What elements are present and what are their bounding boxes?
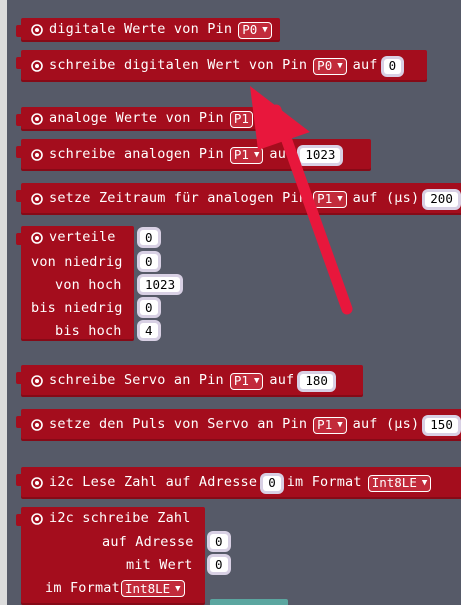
i2c-value-label: mit Wert bbox=[126, 557, 193, 573]
pin-value: P1 bbox=[317, 190, 333, 206]
block-label: schreibe Servo an Pin bbox=[49, 372, 224, 389]
to-high-input[interactable]: 4 bbox=[140, 323, 158, 338]
block-servo-pulse[interactable]: setze den Puls von Servo an Pin P1 ▼ auf … bbox=[16, 409, 461, 441]
value-input[interactable]: 180 bbox=[300, 373, 333, 389]
value-input[interactable]: 200 bbox=[425, 191, 458, 207]
pin-value: P1 bbox=[233, 146, 249, 162]
gear-icon bbox=[31, 513, 43, 525]
gear-icon bbox=[31, 60, 43, 72]
auf-label: auf (µs) bbox=[352, 190, 420, 207]
block-label: digitale Werte von Pin bbox=[49, 21, 233, 38]
triangle-down-icon: ▼ bbox=[262, 24, 268, 35]
gear-icon bbox=[31, 477, 43, 489]
gear-icon bbox=[31, 24, 43, 36]
to-low-input[interactable]: 0 bbox=[140, 300, 158, 315]
triangle-down-icon: ▼ bbox=[337, 193, 343, 204]
block-label: schreibe analogen Pin bbox=[49, 146, 224, 163]
i2c-format-label: im Format bbox=[45, 580, 120, 596]
to-low-label: bis niedrig bbox=[31, 300, 123, 316]
triangle-down-icon: ▼ bbox=[421, 477, 428, 488]
i2c-address-input[interactable]: 0 bbox=[210, 534, 228, 549]
block-label: schreibe digitalen Wert von Pin bbox=[49, 57, 308, 74]
block-servo-write[interactable]: schreibe Servo an Pin P1 ▼ auf 180 bbox=[16, 365, 363, 397]
value-input[interactable]: 0 bbox=[383, 58, 402, 74]
triangle-down-icon: ▼ bbox=[337, 419, 343, 430]
block-label: analoge Werte von Pin bbox=[49, 110, 224, 127]
gear-icon bbox=[31, 232, 43, 244]
gear-icon bbox=[31, 149, 43, 161]
block-analog-period[interactable]: setze Zeitraum für analogen Pin P1 ▼ auf … bbox=[16, 183, 461, 215]
block-label: i2c schreibe Zahl bbox=[49, 510, 191, 527]
from-high-input[interactable]: 1023 bbox=[140, 277, 181, 292]
pin-value: P1 bbox=[233, 372, 249, 388]
pin-dropdown[interactable]: P1 ▼ bbox=[313, 416, 347, 434]
auf-label: auf bbox=[352, 57, 378, 74]
pin-dropdown[interactable]: P1 ▼ bbox=[229, 372, 264, 390]
blocks-workspace[interactable]: digitale Werte von Pin P0 ▼ schreibe digi… bbox=[0, 0, 461, 605]
address-input[interactable]: 0 bbox=[263, 475, 281, 491]
from-high-label: von hoch bbox=[55, 277, 122, 293]
i2c-value-input[interactable]: 0 bbox=[210, 557, 228, 572]
triangle-down-icon: ▼ bbox=[253, 149, 260, 160]
partial-block-edge bbox=[210, 599, 288, 605]
block-label: setze Zeitraum für analogen Pin bbox=[49, 190, 308, 207]
pin-dropdown[interactable]: P1 bbox=[229, 110, 253, 128]
format-value: Int8LE bbox=[371, 474, 417, 490]
format-label: im Format bbox=[286, 474, 362, 491]
gear-icon bbox=[31, 193, 43, 205]
block-i2c-read[interactable]: i2c Lese Zahl auf Adresse 0 im Format In… bbox=[16, 467, 461, 499]
triangle-down-icon: ▼ bbox=[253, 375, 260, 386]
gear-icon bbox=[31, 113, 43, 125]
i2c-format-dropdown[interactable]: Int8LE ▼ bbox=[121, 580, 185, 597]
block-analog-read[interactable]: analoge Werte von Pin P1 bbox=[16, 107, 261, 131]
pin-dropdown[interactable]: P1 ▼ bbox=[313, 190, 347, 208]
block-label: i2c Lese Zahl auf Adresse bbox=[49, 474, 258, 491]
triangle-down-icon: ▼ bbox=[337, 60, 343, 71]
workspace-scroll-strip bbox=[0, 0, 7, 605]
auf-label: auf bbox=[269, 146, 295, 163]
block-label: setze den Puls von Servo an Pin bbox=[49, 416, 308, 433]
triangle-down-icon: ▼ bbox=[175, 583, 181, 594]
pin-dropdown[interactable]: P1 ▼ bbox=[229, 146, 264, 164]
block-digital-write[interactable]: schreibe digitalen Wert von Pin P0 ▼ auf … bbox=[16, 50, 427, 82]
value-input[interactable]: 1023 bbox=[300, 147, 341, 163]
pin-value: P1 bbox=[233, 110, 249, 126]
value-input[interactable]: 150 bbox=[425, 417, 458, 433]
auf-label: auf bbox=[269, 372, 295, 389]
pin-value: P0 bbox=[242, 21, 258, 37]
pin-value: P0 bbox=[317, 57, 333, 73]
auf-label: auf (µs) bbox=[352, 416, 420, 433]
from-low-input[interactable]: 0 bbox=[140, 254, 158, 269]
i2c-address-label: auf Adresse bbox=[102, 534, 194, 550]
to-high-label: bis hoch bbox=[55, 323, 122, 339]
format-dropdown[interactable]: Int8LE ▼ bbox=[367, 474, 432, 492]
pin-dropdown[interactable]: P0 ▼ bbox=[238, 21, 272, 39]
pin-value: P1 bbox=[317, 416, 333, 432]
gear-icon bbox=[31, 419, 43, 431]
pin-dropdown[interactable]: P0 ▼ bbox=[313, 57, 347, 75]
block-label: verteile bbox=[49, 229, 116, 246]
block-digital-read[interactable]: digitale Werte von Pin P0 ▼ bbox=[16, 18, 280, 42]
from-low-label: von niedrig bbox=[31, 254, 123, 270]
gear-icon bbox=[31, 375, 43, 387]
format-value: Int8LE bbox=[125, 581, 171, 596]
map-value-input[interactable]: 0 bbox=[140, 230, 158, 245]
block-analog-write[interactable]: schreibe analogen Pin P1 ▼ auf 1023 bbox=[16, 139, 371, 171]
